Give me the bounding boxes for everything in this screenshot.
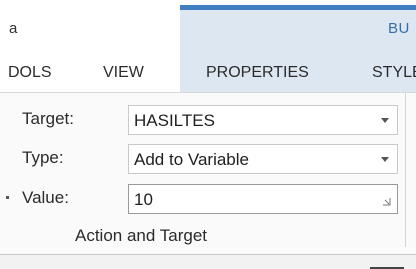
- tab-properties[interactable]: PROPERTIES: [206, 64, 309, 82]
- value-input[interactable]: 10: [128, 184, 398, 214]
- group-separator: [405, 93, 406, 247]
- chevron-down-icon[interactable]: [381, 157, 389, 162]
- type-value: Add to Variable: [134, 150, 249, 169]
- value-row: Value: 10: [0, 184, 405, 214]
- target-row: Target: HASILTES: [0, 105, 405, 135]
- value-label: Value:: [22, 188, 69, 207]
- tab-style[interactable]: STYLE: [372, 64, 416, 82]
- target-dropdown[interactable]: HASILTES: [128, 105, 398, 135]
- type-dropdown[interactable]: Add to Variable: [128, 144, 398, 174]
- tab-tools[interactable]: DOLS: [8, 64, 52, 82]
- expand-icon[interactable]: [382, 197, 391, 206]
- type-label: Type:: [22, 148, 64, 167]
- contextual-tab-band: [180, 5, 416, 54]
- group-label-action-and-target: Action and Target: [75, 226, 207, 245]
- value-text: 10: [134, 190, 153, 209]
- title-bar: a BU: [0, 0, 416, 54]
- contextual-tab-group-label: BU: [388, 20, 410, 37]
- window-title: a: [9, 20, 18, 37]
- tab-view[interactable]: VIEW: [103, 64, 144, 82]
- bullet-icon: [6, 196, 9, 199]
- target-label: Target:: [22, 109, 74, 128]
- document-area-edge: [0, 254, 416, 269]
- type-row: Type: Add to Variable: [0, 144, 405, 174]
- target-value: HASILTES: [134, 111, 215, 130]
- ribbon-panel: Target: HASILTES Type: Add to Variable V…: [0, 92, 416, 255]
- ribbon-tab-bar: DOLS VIEW PROPERTIES STYLE: [0, 54, 416, 92]
- chevron-down-icon[interactable]: [381, 118, 389, 123]
